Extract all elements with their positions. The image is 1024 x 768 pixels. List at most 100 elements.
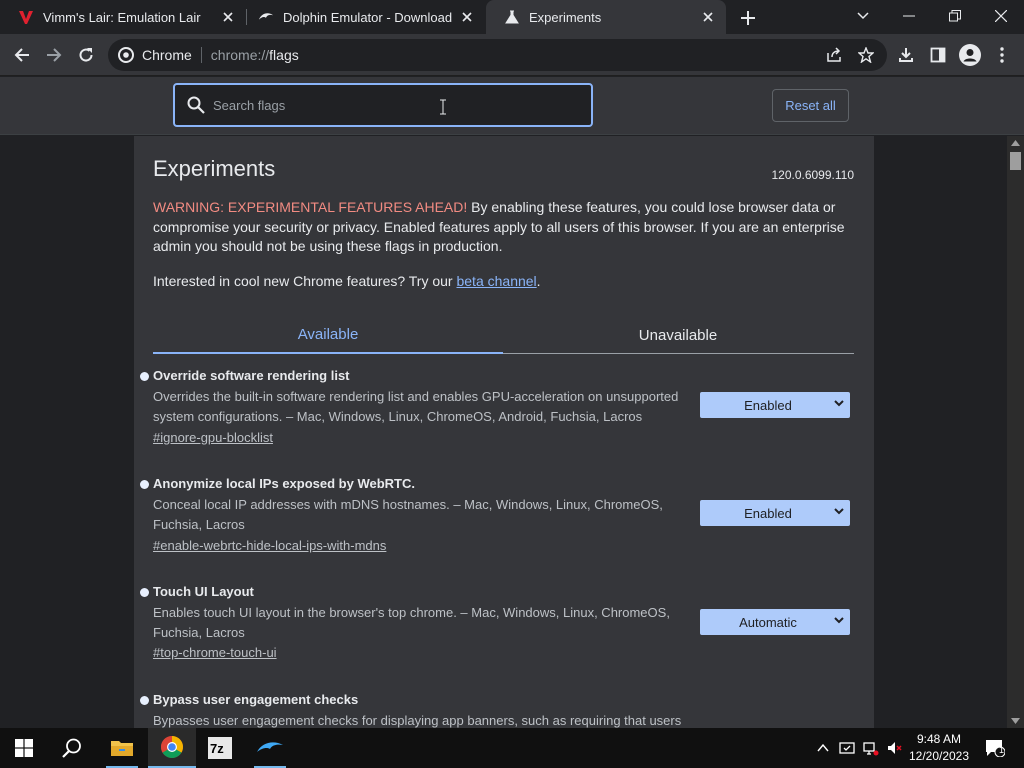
text-cursor-icon: [440, 99, 446, 115]
chrome-logo-icon: [118, 47, 134, 63]
chrome-icon: [161, 736, 183, 758]
network-button[interactable]: [860, 728, 882, 768]
tab-title: Experiments: [529, 9, 602, 25]
plus-icon: [741, 11, 755, 25]
beta-promo-suffix: .: [536, 273, 541, 289]
flag-description: Overrides the built-in software renderin…: [153, 389, 679, 424]
flag-permalink[interactable]: #enable-webrtc-hide-local-ips-with-mdns: [153, 538, 386, 553]
flag-state-select[interactable]: Automatic: [700, 609, 850, 635]
flag-description: Bypasses user engagement checks for disp…: [153, 713, 682, 728]
windows-taskbar: 7z 9:48 AM 12/20/2023 1: [0, 728, 1024, 768]
flag-name: Override software rendering list: [153, 368, 350, 383]
tab-experiments[interactable]: Experiments: [486, 0, 726, 34]
beta-promo: Interested in cool new Chrome features? …: [153, 273, 541, 289]
url-scheme: chrome://: [210, 47, 270, 63]
beta-channel-link[interactable]: beta channel: [456, 273, 536, 289]
minimize-button[interactable]: [886, 0, 932, 32]
start-button[interactable]: [0, 728, 48, 768]
site-chip[interactable]: Chrome: [108, 47, 192, 63]
flag-state-select[interactable]: Enabled: [700, 392, 850, 418]
reset-all-button[interactable]: Reset all: [772, 89, 849, 122]
close-window-button[interactable]: [978, 0, 1024, 32]
flag-permalink[interactable]: #top-chrome-touch-ui: [153, 645, 277, 660]
tab-unavailable[interactable]: Unavailable: [503, 316, 853, 354]
avatar-icon: [959, 44, 981, 66]
restore-icon: [949, 10, 961, 22]
flag-description: Enables touch UI layout in the browser's…: [153, 605, 670, 640]
system-clock[interactable]: 9:48 AM 12/20/2023: [906, 731, 972, 765]
flags-header: Reset all: [0, 77, 1024, 135]
flag-item: Touch UI Layout Enables touch UI layout …: [134, 584, 874, 674]
close-icon[interactable]: [457, 7, 477, 27]
flag-state-value: Enabled: [744, 505, 792, 521]
arrow-left-icon: [14, 48, 29, 62]
tab-search-button[interactable]: [840, 0, 886, 32]
action-center-button[interactable]: 1: [980, 728, 1010, 768]
search-icon: [187, 96, 205, 114]
flag-name: Touch UI Layout: [153, 584, 254, 599]
close-icon: [995, 10, 1007, 22]
windows-start-icon: [15, 739, 33, 757]
bookmark-button[interactable]: [852, 41, 880, 69]
minimize-icon: [903, 15, 915, 17]
flag-state-select[interactable]: Enabled: [700, 500, 850, 526]
forward-button[interactable]: [40, 41, 68, 69]
star-icon: [858, 47, 874, 63]
dolphin-icon: [257, 742, 283, 752]
search-box[interactable]: [173, 83, 593, 127]
flag-item: Bypass user engagement checks Bypasses u…: [134, 692, 874, 728]
clock-time: 9:48 AM: [916, 732, 962, 746]
file-explorer-button[interactable]: [98, 728, 146, 768]
tab-title: Dolphin Emulator - Download: [283, 9, 453, 25]
flag-permalink[interactable]: #ignore-gpu-blocklist: [153, 430, 273, 445]
vimm-v-icon: [18, 9, 34, 25]
tab-dolphin-download[interactable]: Dolphin Emulator - Download: [248, 0, 485, 34]
7zip-button[interactable]: 7z: [196, 728, 244, 768]
side-panel-icon: [930, 47, 946, 63]
share-button[interactable]: [820, 41, 848, 69]
search-icon: [62, 738, 81, 758]
flag-name: Bypass user engagement checks: [153, 692, 359, 707]
share-icon: [827, 47, 841, 62]
search-input[interactable]: [213, 97, 573, 113]
close-icon[interactable]: [698, 7, 718, 27]
show-hidden-icons-button[interactable]: [812, 728, 834, 768]
restore-button[interactable]: [932, 0, 978, 32]
flag-description: Conceal local IP addresses with mDNS hos…: [153, 497, 663, 532]
clock-date: 12/20/2023: [908, 749, 970, 763]
tab-vimms-lair[interactable]: Vimm's Lair: Emulation Lair: [0, 0, 246, 34]
tab-available[interactable]: Available: [153, 316, 503, 354]
flag-name: Anonymize local IPs exposed by WebRTC.: [153, 476, 415, 491]
scrollbar-thumb[interactable]: [1010, 152, 1021, 170]
tab-strip: Vimm's Lair: Emulation Lair Dolphin Emul…: [0, 0, 1024, 34]
warning-text: WARNING: EXPERIMENTAL FEATURES AHEAD! By…: [153, 198, 853, 257]
scroll-up-arrow-icon[interactable]: [1011, 140, 1020, 146]
address-bar[interactable]: Chrome chrome:// flags: [108, 39, 887, 71]
beta-promo-prefix: Interested in cool new Chrome features? …: [153, 273, 457, 289]
close-icon[interactable]: [218, 7, 238, 27]
flag-item: Override software rendering list Overrid…: [134, 368, 874, 458]
flag-item: Anonymize local IPs exposed by WebRTC. C…: [134, 476, 874, 566]
7zip-icon: 7z: [208, 737, 232, 759]
new-tab-button[interactable]: [737, 7, 759, 29]
downloads-button[interactable]: [892, 41, 920, 69]
reload-button[interactable]: [72, 41, 100, 69]
chevron-down-icon: [834, 507, 844, 515]
scroll-down-arrow-icon[interactable]: [1011, 718, 1020, 724]
chrome-taskbar-button[interactable]: [148, 728, 196, 768]
tray-app-icon[interactable]: [836, 728, 858, 768]
dolphin-taskbar-button[interactable]: [246, 728, 294, 768]
experiments-panel: Experiments 120.0.6099.110 WARNING: EXPE…: [134, 136, 874, 728]
notification-count: 1: [999, 745, 1005, 755]
side-panel-button[interactable]: [924, 41, 952, 69]
taskbar-search-button[interactable]: [48, 728, 96, 768]
back-button[interactable]: [8, 41, 36, 69]
profile-button[interactable]: [956, 41, 984, 69]
volume-button[interactable]: [884, 728, 906, 768]
reload-icon: [79, 48, 93, 62]
tab-separator: [246, 9, 247, 25]
chrome-menu-button[interactable]: [988, 41, 1016, 69]
page-scrollbar[interactable]: [1007, 136, 1024, 728]
flag-status-dot: [140, 588, 149, 597]
warning-heading: WARNING: EXPERIMENTAL FEATURES AHEAD!: [153, 199, 468, 215]
